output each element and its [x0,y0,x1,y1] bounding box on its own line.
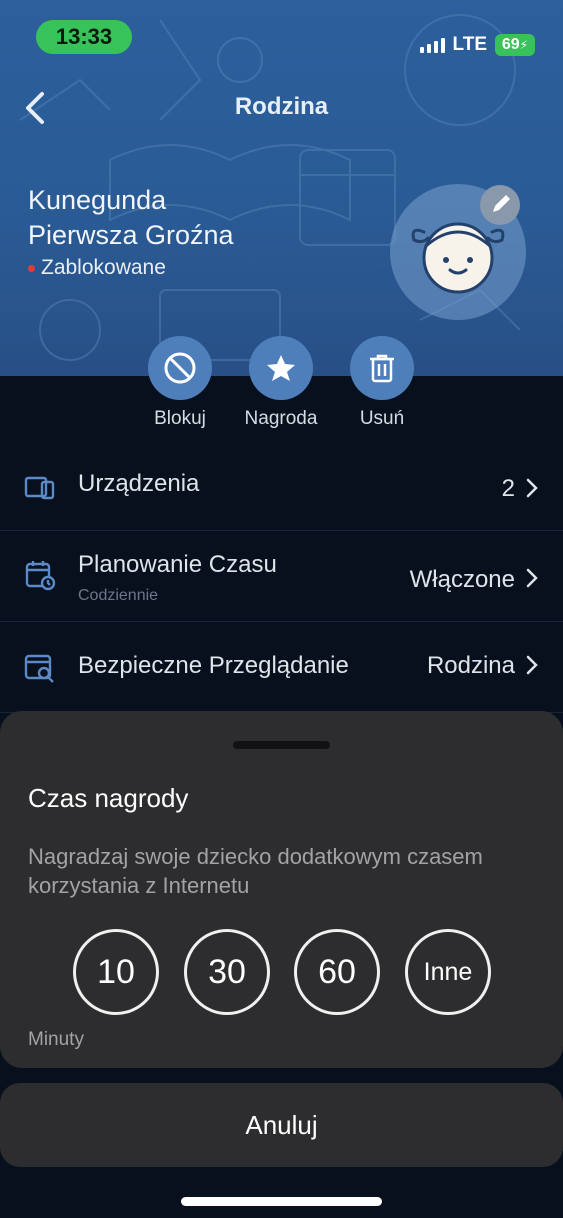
reward-option-30[interactable]: 30 [184,929,270,1015]
delete-button[interactable] [350,336,414,400]
signal-icon [419,37,445,53]
child-name: Kunegunda Pierwsza Groźna [28,183,358,253]
battery-icon: 69⚡ [495,34,535,56]
status-text: Zablokowane [41,256,166,279]
block-button[interactable] [148,336,212,400]
menu-item-value: Rodzina [426,652,515,679]
reward-button[interactable] [249,336,313,400]
reward-time-sheet: Czas nagrody Nagradzaj swoje dziecko dod… [0,711,563,1068]
home-indicator[interactable] [181,1197,382,1206]
safe-browsing-icon [24,654,54,683]
block-label: Blokuj [154,408,206,429]
delete-action[interactable]: Usuń [327,336,437,430]
star-icon [267,355,295,381]
status-time: 13:33 [36,20,132,54]
chevron-right-icon [526,568,538,588]
reward-action[interactable]: Nagroda [226,336,336,430]
block-icon [164,352,196,384]
reward-option-other[interactable]: Inne [405,929,491,1015]
page-title: Rodzina [234,93,329,120]
sheet-grabber[interactable] [233,741,330,749]
reward-label: Nagroda [244,408,318,429]
sheet-description: Nagradzaj swoje dziecko dodatkowym czase… [28,844,483,898]
pencil-icon [493,195,510,212]
block-action[interactable]: Blokuj [125,336,235,430]
edit-avatar-button[interactable] [480,185,520,225]
menu-item-value: 2 [501,475,515,502]
network-label: LTE [452,34,487,55]
status-indicators: LTE 69⚡ [419,33,535,57]
status-dot-icon [28,264,35,272]
battery-level: 69 [501,36,520,53]
reward-option-60[interactable]: 60 [294,929,380,1015]
reward-option-10[interactable]: 10 [73,929,159,1015]
menu-item-subtitle: Codziennie [78,587,159,604]
menu-item-title: Urządzenia [78,470,200,497]
menu-item-title: Planowanie Czasu [78,551,277,578]
units-label: Minuty [28,1029,84,1050]
menu-item-safe-browsing[interactable]: Bezpieczne Przeglądanie Rodzina [0,622,563,713]
chevron-right-icon [526,478,538,498]
action-buttons: Blokuj Nagroda Usuń [0,336,563,436]
cancel-button[interactable]: Anuluj [0,1083,563,1167]
calendar-clock-icon [25,561,56,591]
status-badge: Zablokowane [28,256,166,280]
menu-item-devices[interactable]: Urządzenia 2 [0,442,563,531]
child-first-name: Kunegunda [28,185,167,215]
child-last-name: Pierwsza Groźna [28,220,234,250]
menu-item-title: Bezpieczne Przeglądanie [78,652,349,679]
chevron-right-icon [526,655,538,675]
delete-label: Usuń [359,408,405,429]
settings-list: Urządzenia 2 Planowanie Czasu Codziennie… [0,442,563,713]
menu-item-value: Włączone [409,566,515,593]
trash-icon [370,354,394,383]
sheet-title: Czas nagrody [28,783,189,813]
menu-item-schedule[interactable]: Planowanie Czasu Codziennie Włączone [0,531,563,622]
devices-icon [24,476,55,500]
